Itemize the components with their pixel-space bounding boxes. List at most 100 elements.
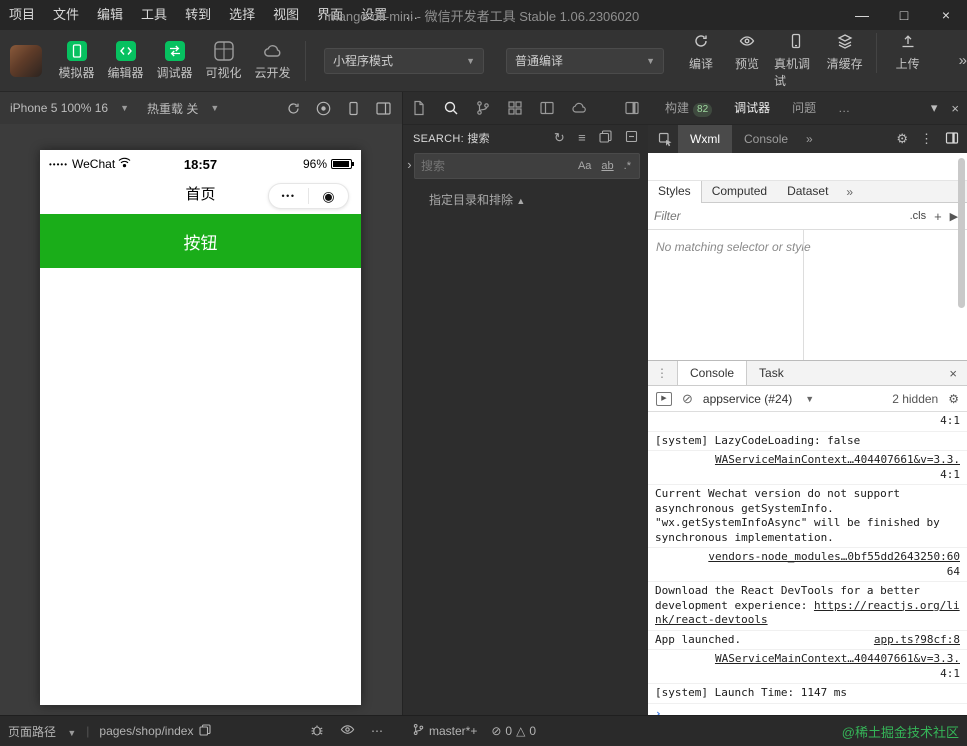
tab-dataset[interactable]: Dataset [777, 181, 838, 203]
upload-button[interactable]: 上传 [885, 33, 931, 89]
real-device-debug-button[interactable]: 真机调试 [770, 33, 822, 89]
tab-styles[interactable]: Styles [648, 180, 702, 203]
search-input[interactable] [420, 159, 576, 173]
regex-toggle[interactable]: .* [622, 159, 633, 173]
source-link[interactable]: WAServiceMainContext…404407661&v=3.3. [655, 453, 960, 468]
problems-indicator[interactable]: ⊘ 0 △ 0 [491, 724, 536, 738]
search-icon[interactable] [443, 100, 459, 116]
expand-search-icon[interactable]: › [405, 153, 414, 172]
source-link[interactable]: vendors-node_modules…0bf55dd2643250:60 [655, 550, 960, 565]
console-settings-icon[interactable]: ⚙ [948, 392, 959, 406]
tab-console-bottom[interactable]: Console [677, 361, 748, 385]
more-actions-icon[interactable]: ⋯ [371, 724, 383, 738]
tab-more[interactable]: … [829, 92, 859, 125]
menu-tools[interactable]: 工具 [132, 0, 176, 30]
refresh-results-icon[interactable]: ↻ [554, 130, 565, 146]
tab-wxml[interactable]: Wxml [678, 125, 732, 153]
menu-select[interactable]: 选择 [220, 0, 264, 30]
inspect-element-icon[interactable] [652, 132, 678, 147]
refresh-icon[interactable] [285, 100, 302, 117]
style-tabs-overflow[interactable]: » [838, 185, 861, 199]
console-output: 4:1 [system] LazyCodeLoading: false WASe… [648, 412, 967, 715]
compile-select[interactable]: 普通编译 ▼ [506, 47, 664, 74]
kebab-menu-icon[interactable]: ⋮ [920, 131, 933, 147]
clear-console-icon[interactable]: ⊘ [682, 391, 693, 407]
drag-handle-icon[interactable]: ⋮ [648, 366, 677, 380]
style-filter-input[interactable] [654, 209, 902, 223]
cloud-dev-button[interactable]: 云开发 [248, 41, 297, 81]
mode-select[interactable]: 小程序模式 ▼ [324, 47, 484, 74]
debugger-button[interactable]: 调试器 [150, 40, 199, 81]
close-console-icon[interactable]: × [939, 366, 967, 381]
panel-layout-icon[interactable] [539, 100, 555, 116]
maximize-button[interactable]: □ [883, 0, 925, 30]
gear-icon[interactable]: ⚙ [896, 131, 908, 147]
eval-context-icon[interactable]: ▶ [656, 391, 672, 406]
menu-edit[interactable]: 编辑 [88, 0, 132, 30]
preview-button[interactable]: 预览 [724, 33, 770, 89]
compile-button[interactable]: 编译 [678, 33, 724, 89]
dock-side-icon[interactable] [945, 131, 959, 148]
clear-search-icon[interactable] [625, 130, 638, 146]
simulator-button[interactable]: 模拟器 [52, 40, 101, 81]
user-avatar[interactable] [10, 44, 42, 77]
source-location[interactable]: 64 [655, 565, 960, 580]
menu-goto[interactable]: 转到 [176, 0, 220, 30]
cloud-sync-icon[interactable] [571, 100, 587, 116]
device-select[interactable]: iPhone 5 100% 16 ▼ [10, 101, 129, 115]
source-location[interactable]: 4:1 [655, 414, 960, 429]
menu-view[interactable]: 视图 [264, 0, 308, 30]
more-menu-button[interactable]: ••• [269, 191, 308, 201]
source-location[interactable]: 4:1 [655, 667, 960, 682]
git-icon[interactable] [475, 100, 491, 116]
files-icon[interactable] [411, 100, 427, 116]
close-panel-icon[interactable]: × [951, 101, 959, 116]
styles-pane-divider[interactable] [803, 230, 804, 360]
visualize-button[interactable]: 可视化 [199, 40, 248, 81]
toggle-class-button[interactable]: .cls [910, 210, 927, 222]
tab-build[interactable]: 构建 82 [656, 92, 721, 125]
page-path-select[interactable]: 页面路径 ▼ [8, 723, 76, 740]
menu-file[interactable]: 文件 [44, 0, 88, 30]
tabs-overflow[interactable]: » [800, 132, 819, 146]
close-button[interactable]: × [925, 0, 967, 30]
editor-button[interactable]: 编辑器 [101, 40, 150, 81]
minimize-button[interactable]: — [841, 0, 883, 30]
rotate-device-icon[interactable] [345, 100, 362, 117]
git-branch-indicator[interactable]: master*+ [412, 723, 477, 739]
hidden-count[interactable]: 2 hidden [892, 392, 938, 406]
page-path-value[interactable]: pages/shop/index [99, 724, 193, 738]
hot-reload-select[interactable]: 热重载 关 ▼ [147, 100, 219, 117]
locate-icon[interactable] [315, 100, 332, 117]
extensions-icon[interactable] [507, 100, 523, 116]
clear-cache-button[interactable]: 清缓存 [822, 33, 868, 89]
open-editor-icon[interactable] [599, 130, 612, 146]
tab-computed[interactable]: Computed [702, 181, 777, 203]
dock-panel-icon[interactable] [624, 100, 640, 116]
console-input-row[interactable]: › [648, 704, 967, 715]
split-view-icon[interactable] [375, 100, 392, 117]
tab-debugger[interactable]: 调试器 [725, 92, 779, 125]
dir-filter-toggle[interactable]: 指定目录和排除 ▲ [403, 179, 648, 208]
copy-path-icon[interactable] [199, 723, 212, 739]
context-select[interactable]: appservice (#24) ▼ [703, 392, 814, 406]
devtools-scrollbar[interactable] [958, 158, 965, 308]
eye-icon[interactable] [340, 722, 355, 740]
tab-problems[interactable]: 问题 [783, 92, 825, 125]
source-link[interactable]: app.ts?98cf:8 [874, 633, 960, 648]
collapse-panel-icon[interactable]: ▾ [931, 100, 938, 116]
collapse-results-icon[interactable]: ≡ [578, 130, 586, 146]
match-case-toggle[interactable]: Aa [576, 159, 593, 173]
source-location[interactable]: 4:1 [655, 468, 960, 483]
tab-task[interactable]: Task [747, 361, 796, 385]
wxml-element-tree[interactable] [648, 153, 967, 181]
whole-word-toggle[interactable]: ab [599, 159, 615, 173]
source-link[interactable]: WAServiceMainContext…404407661&v=3.3. [655, 652, 960, 667]
menu-project[interactable]: 项目 [0, 0, 44, 30]
home-button[interactable]: ◉ [309, 188, 348, 205]
new-style-rule-button[interactable]: + [934, 209, 942, 224]
toolbar-overflow-button[interactable]: » [959, 52, 967, 69]
bug-icon[interactable] [310, 723, 324, 740]
mini-program-button[interactable]: 按钮 [40, 214, 361, 268]
tab-console[interactable]: Console [732, 125, 800, 153]
